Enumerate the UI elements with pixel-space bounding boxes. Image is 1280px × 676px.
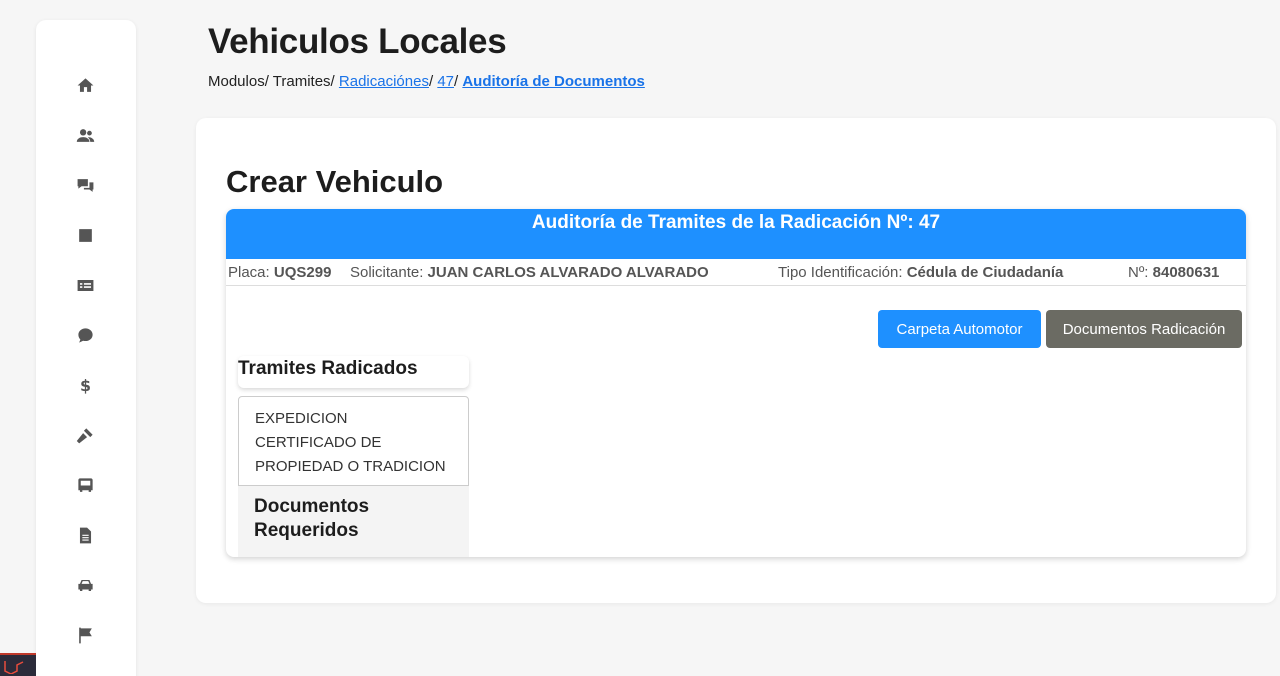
numero-value: 84080631 [1152,264,1220,281]
page-title: Vehiculos Locales [208,22,507,61]
tipo-label: Tipo Identificación: [778,264,903,281]
car-icon[interactable] [74,574,96,596]
numero-label: Nº: [1128,264,1149,281]
breadcrumb-id-link[interactable]: 47 [437,73,454,90]
main-card: Crear Vehiculo Auditoría de Tramites de … [196,118,1276,603]
comments-question-icon[interactable] [74,174,96,196]
solicitante-value: JUAN CARLOS ALVARADO ALVARADO [427,264,709,281]
dollar-icon[interactable]: $ [74,374,96,396]
breadcrumb: Modulos/ Tramites/ Radicaciónes/ 47/ Aud… [208,73,645,90]
breadcrumb-current-link[interactable]: Auditoría de Documentos [462,73,645,90]
audit-panel-header: Auditoría de Tramites de la Radicación N… [226,209,1246,259]
tramite-list-item[interactable]: EXPEDICION CERTIFICADO DE PROPIEDAD O TR… [238,396,469,486]
users-icon[interactable] [74,124,96,146]
breadcrumb-tramites: Tramites/ [272,73,335,90]
inbox-icon[interactable] [74,224,96,246]
documentos-radicacion-button[interactable]: Documentos Radicación [1046,310,1242,348]
flag-icon[interactable] [74,624,96,646]
sidebar: $ [36,20,136,676]
document-icon[interactable] [74,524,96,546]
breadcrumb-separator: / [428,73,434,90]
dollar-chat-icon[interactable] [74,324,96,346]
placa-value: UQS299 [273,264,332,281]
money-card-icon[interactable] [74,274,96,296]
info-row: Placa: UQS299 Solicitante: JUAN CARLOS A… [226,259,1246,286]
card-title: Crear Vehiculo [226,164,444,199]
audit-panel: Auditoría de Tramites de la Radicación N… [226,209,1246,557]
svg-text:$: $ [79,376,90,395]
info-tipo-identificacion: Tipo Identificación: Cédula de Ciudadaní… [778,264,1063,281]
info-placa: Placa: UQS299 [228,264,331,281]
placa-label: Placa: [228,264,270,281]
tramites-radicados-label: Tramites Radicados [238,356,469,388]
breadcrumb-separator: / [454,73,459,90]
gavel-icon[interactable] [74,424,96,446]
bus-icon[interactable] [74,474,96,496]
carpeta-automotor-button[interactable]: Carpeta Automotor [878,310,1041,348]
info-numero: Nº: 84080631 [1128,264,1219,281]
info-solicitante: Solicitante: JUAN CARLOS ALVARADO ALVARA… [350,264,709,281]
solicitante-label: Solicitante: [350,264,424,281]
documentos-requeridos-label: Documentos Requeridos [238,486,469,557]
breadcrumb-modulos: Modulos/ [208,73,269,90]
laravel-logo-icon [0,653,36,676]
breadcrumb-radicaciones-link[interactable]: Radicaciónes [339,73,429,90]
home-icon[interactable] [74,74,96,96]
tipo-value: Cédula de Ciudadanía [906,264,1064,281]
